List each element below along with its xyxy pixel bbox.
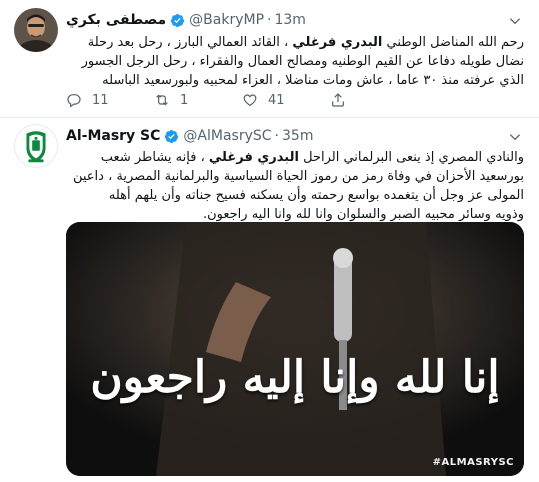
handle[interactable]: @AlMasrySC: [183, 128, 271, 144]
tweet-actions: 11 1 41: [66, 92, 418, 108]
timestamp[interactable]: 35m: [282, 128, 313, 144]
like-button[interactable]: 41: [242, 92, 330, 108]
tweet-text: والنادي المصري إذ ينعى البرلماني الراحل …: [66, 148, 524, 224]
media-watermark: #ALMASRYSC: [432, 457, 514, 468]
reply-button[interactable]: 11: [66, 92, 154, 108]
tweet-header: Al-Masry SC @AlMasrySC · 35m: [66, 128, 313, 144]
display-name[interactable]: Al-Masry SC: [66, 128, 160, 144]
retweet-count: 1: [180, 92, 189, 108]
like-count: 41: [268, 92, 285, 108]
verified-badge-icon: [170, 13, 185, 28]
share-button[interactable]: [330, 92, 418, 108]
retweet-button[interactable]: 1: [154, 92, 242, 108]
tweet-bakry[interactable]: مصطفى بكري @BakryMP · 13m رحم الله المنا…: [0, 0, 539, 117]
tweet-text-line: رحم الله المناضل الوطني البدري فرغلي ، ا…: [87, 35, 524, 50]
tweet-text-line: والنادي المصري إذ ينعى البرلماني الراحل …: [100, 150, 524, 165]
tweet-text-line: نضال طويله دفاعا عن القيم الوطنيه ومصالح…: [81, 54, 524, 69]
chevron-down-icon[interactable]: [505, 13, 525, 29]
bold-name: البدري فرغلي: [292, 35, 383, 50]
tweet-text-line: الذي عرفته منذ ٣٠ عاما ، عاش ومات مناضلا…: [102, 73, 524, 88]
reply-count: 11: [92, 92, 109, 108]
verified-badge-icon: [164, 129, 179, 144]
tweet-header: مصطفى بكري @BakryMP · 13m: [66, 12, 306, 28]
timeline-feed: مصطفى بكري @BakryMP · 13m رحم الله المنا…: [0, 0, 539, 482]
tweet-text: رحم الله المناضل الوطني البدري فرغلي ، ا…: [66, 33, 524, 90]
tweet-text-line: بورسعيد الأحزان في وفاة رمز من رموز الحي…: [72, 169, 524, 184]
retweet-icon: [156, 94, 168, 106]
handle[interactable]: @BakryMP: [189, 12, 264, 28]
like-icon: [243, 94, 257, 107]
chevron-down-icon[interactable]: [505, 129, 525, 145]
tweet-almasry[interactable]: Al-Masry SC @AlMasrySC · 35m والنادي الم…: [0, 118, 539, 482]
separator-dot: ·: [267, 12, 272, 28]
timestamp[interactable]: 13m: [274, 12, 305, 28]
reply-icon: [67, 94, 81, 108]
display-name[interactable]: مصطفى بكري: [66, 12, 166, 28]
media-caption: إنا لله وإنا إليه راجعون: [90, 352, 500, 403]
separator-dot: ·: [274, 128, 279, 144]
share-icon: [332, 93, 344, 107]
bold-name: البدري فرغلي: [208, 150, 299, 165]
tweet-text-line: المولى عز وجل أن يتغمده بواسع رحمته وأن …: [108, 188, 524, 203]
avatar[interactable]: [14, 8, 58, 52]
tweet-media-image[interactable]: إنا لله وإنا إليه راجعون #ALMASRYSC: [66, 222, 524, 476]
avatar[interactable]: [14, 124, 58, 168]
